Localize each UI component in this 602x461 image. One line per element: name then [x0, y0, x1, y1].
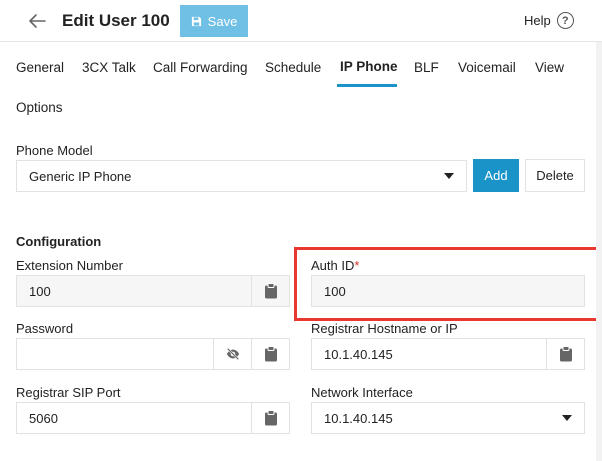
tab-ip-phone[interactable]: IP Phone: [340, 59, 398, 74]
clipboard-icon: [264, 410, 277, 426]
help-label: Help: [524, 13, 551, 28]
registrar-hostname-value: 10.1.40.145: [324, 346, 393, 362]
clipboard-icon: [559, 346, 572, 362]
save-button-label: Save: [207, 13, 238, 29]
registrar-hostname-label: Registrar Hostname or IP: [311, 321, 458, 336]
network-interface-select[interactable]: 10.1.40.145: [311, 402, 585, 434]
toggle-password-visibility-button[interactable]: [213, 339, 251, 369]
phone-model-label: Phone Model: [16, 143, 93, 158]
clipboard-icon: [264, 283, 277, 299]
network-interface-label: Network Interface: [311, 385, 413, 400]
tab-general[interactable]: General: [16, 60, 64, 75]
scrollbar[interactable]: [596, 42, 602, 461]
copy-registrar-hostname-button[interactable]: [546, 339, 584, 369]
highlight-box: [294, 247, 600, 321]
registrar-sip-port-label: Registrar SIP Port: [16, 385, 121, 400]
delete-phone-button[interactable]: Delete: [525, 159, 585, 192]
tab-3cx-talk[interactable]: 3CX Talk: [82, 60, 136, 75]
tab-options[interactable]: Options: [16, 100, 63, 115]
clipboard-icon: [264, 346, 277, 362]
add-phone-button[interactable]: Add: [473, 159, 519, 192]
copy-sip-port-button[interactable]: [251, 403, 289, 433]
active-tab-indicator: [337, 84, 397, 87]
registrar-hostname-input[interactable]: 10.1.40.145: [311, 338, 585, 370]
network-interface-value: 10.1.40.145: [324, 410, 393, 426]
page-title: Edit User 100: [62, 11, 170, 30]
configuration-title: Configuration: [16, 234, 102, 249]
page-header: Edit User 100 Save Help ?: [0, 0, 602, 42]
tab-voicemail[interactable]: Voicemail: [458, 60, 516, 75]
tab-schedule[interactable]: Schedule: [265, 60, 321, 75]
chevron-down-icon[interactable]: [562, 415, 572, 421]
password-label: Password: [16, 321, 74, 336]
help-link[interactable]: Help ?: [524, 12, 574, 29]
eye-slash-icon: [226, 347, 239, 361]
chevron-down-icon[interactable]: [444, 173, 454, 179]
extension-number-value: 100: [29, 283, 51, 299]
phone-model-select[interactable]: Generic IP Phone: [16, 160, 467, 192]
extension-number-field: 100: [16, 275, 290, 307]
password-input[interactable]: [16, 338, 290, 370]
registrar-sip-port-input[interactable]: 5060: [16, 402, 290, 434]
save-button[interactable]: Save: [180, 5, 248, 37]
tab-view[interactable]: View: [535, 60, 564, 75]
phone-model-value: Generic IP Phone: [29, 168, 132, 184]
registrar-sip-port-value: 5060: [29, 410, 58, 426]
copy-password-button[interactable]: [251, 339, 289, 369]
tab-call-forwarding[interactable]: Call Forwarding: [153, 60, 248, 75]
copy-extension-button[interactable]: [251, 276, 289, 306]
question-circle-icon: ?: [556, 12, 574, 29]
floppy-disk-icon: [191, 16, 201, 26]
back-arrow-icon[interactable]: [26, 10, 48, 32]
tab-blf[interactable]: BLF: [414, 60, 439, 75]
extension-number-label: Extension Number: [16, 258, 123, 273]
